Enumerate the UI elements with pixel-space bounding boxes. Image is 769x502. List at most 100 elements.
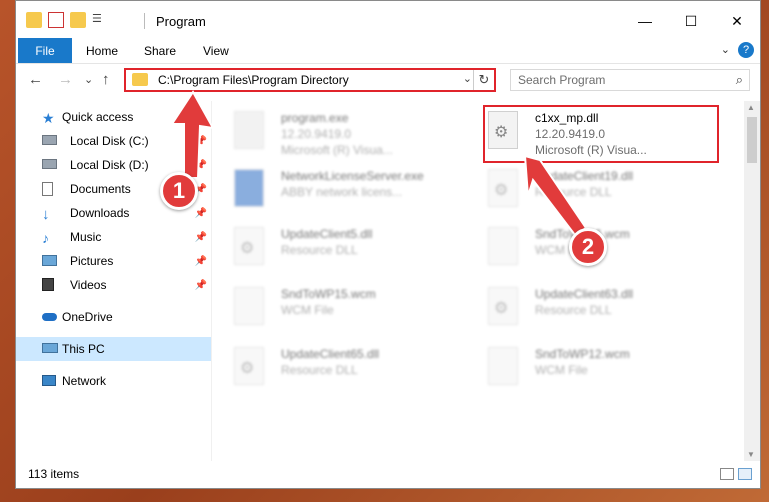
forward-button[interactable]: → bbox=[58, 71, 73, 88]
documents-icon bbox=[42, 182, 53, 196]
title-separator bbox=[144, 13, 145, 29]
file-name: NetworkLicenseServer.exe bbox=[281, 169, 424, 183]
properties-icon[interactable] bbox=[48, 12, 64, 28]
file-description: ABBY network licens... bbox=[281, 185, 403, 199]
file-description: Resource DLL bbox=[281, 363, 358, 377]
annotation-badge-2: 2 bbox=[569, 228, 607, 266]
gear-icon: ⚙ bbox=[494, 300, 509, 317]
address-bar[interactable]: C:\Program Files\Program Directory ⌄ ↻ bbox=[124, 68, 496, 92]
folder-icon bbox=[26, 12, 42, 28]
scroll-up-icon[interactable]: ▲ bbox=[747, 103, 755, 112]
ribbon-tabs: File Home Share View ⌄ ? bbox=[16, 38, 760, 64]
file-name: UpdateClient5.dll bbox=[281, 227, 373, 241]
expand-ribbon-icon[interactable]: ⌄ bbox=[721, 43, 730, 56]
gear-icon: ⚙ bbox=[240, 240, 255, 257]
music-icon: ♪ bbox=[42, 230, 49, 246]
navigation-pane: ★ Quick access Local Disk (C:) 📌 Local D… bbox=[16, 101, 211, 461]
nav-item-quick-access[interactable]: ★ Quick access bbox=[16, 105, 211, 129]
nav-item-label: Local Disk (D:) bbox=[70, 158, 149, 172]
file-item[interactable]: SndToWP12.wcm WCM File bbox=[470, 341, 720, 397]
nav-item-network[interactable]: Network bbox=[16, 369, 211, 393]
file-name: SndToWP15.wcm bbox=[281, 287, 376, 301]
nav-item-label: Network bbox=[62, 374, 107, 388]
nav-item-label: Documents bbox=[70, 182, 131, 196]
file-highlight-box bbox=[483, 105, 719, 163]
tab-home[interactable]: Home bbox=[86, 38, 118, 63]
file-item[interactable]: SndToWP15.wcm WCM File bbox=[216, 281, 466, 337]
pin-icon[interactable]: 📌 bbox=[195, 136, 207, 147]
tiles-view-icon[interactable] bbox=[738, 468, 752, 480]
dll-file-icon: ⚙ bbox=[488, 169, 518, 207]
drive-icon bbox=[42, 159, 57, 169]
explorer-window: ☰ Program — ☐ ✕ File Home Share View ⌄ ?… bbox=[15, 0, 761, 489]
file-version: 12.20.9419.0 bbox=[281, 127, 352, 141]
file-item[interactable]: ⚙ UpdateClient5.dll Resource DLL bbox=[216, 221, 466, 277]
star-icon: ★ bbox=[42, 110, 55, 126]
tab-share[interactable]: Share bbox=[144, 38, 176, 63]
file-item[interactable]: program.exe 12.20.9419.0 Microsoft (R) V… bbox=[216, 105, 466, 161]
file-description: Resource DLL bbox=[535, 303, 612, 317]
vertical-scrollbar[interactable]: ▲ ▼ bbox=[744, 101, 760, 461]
pin-icon[interactable]: 📌 bbox=[195, 232, 207, 243]
window-title: Program bbox=[156, 14, 206, 29]
network-icon bbox=[42, 375, 56, 386]
pin-icon[interactable]: 📌 bbox=[195, 160, 207, 171]
pin-icon[interactable]: 📌 bbox=[195, 280, 207, 291]
pane-divider[interactable] bbox=[211, 101, 212, 461]
minimize-button[interactable]: — bbox=[622, 1, 668, 41]
customize-toolbar-icon[interactable]: ☰ bbox=[92, 12, 108, 28]
search-icon[interactable]: ⌕ bbox=[736, 72, 743, 88]
file-description: WCM File bbox=[281, 303, 334, 317]
pin-icon[interactable]: 📌 bbox=[195, 256, 207, 267]
nav-item-label: Quick access bbox=[62, 110, 134, 124]
file-description: WCM File bbox=[535, 363, 588, 377]
file-item[interactable]: ⚙ UpdateClient19.dll Resource DLL bbox=[470, 163, 720, 219]
file-item[interactable]: ⚙ UpdateClient63.dll Resource DLL bbox=[470, 281, 720, 337]
file-icon bbox=[488, 227, 518, 265]
file-description: Resource DLL bbox=[535, 185, 612, 199]
nav-item-label: Downloads bbox=[70, 206, 130, 220]
file-name: SndToWP12.wcm bbox=[535, 347, 630, 361]
nav-item-label: Videos bbox=[70, 278, 107, 292]
annotation-badge-1: 1 bbox=[160, 172, 198, 210]
file-item[interactable]: NetworkLicenseServer.exe ABBY network li… bbox=[216, 163, 466, 219]
maximize-button[interactable]: ☐ bbox=[668, 1, 714, 41]
nav-item-pictures[interactable]: Pictures 📌 bbox=[16, 249, 211, 273]
quick-access-toolbar: ☰ bbox=[26, 12, 108, 28]
back-button[interactable]: ← bbox=[28, 71, 43, 88]
search-placeholder: Search Program bbox=[518, 73, 606, 87]
file-description: Resource DLL bbox=[281, 243, 358, 257]
status-bar: 113 items bbox=[16, 460, 760, 488]
refresh-button[interactable]: ↻ bbox=[473, 70, 494, 90]
nav-item-onedrive[interactable]: OneDrive bbox=[16, 305, 211, 329]
tab-file[interactable]: File bbox=[18, 38, 72, 63]
file-description: Microsoft (R) Visua... bbox=[281, 143, 393, 157]
nav-item-videos[interactable]: Videos 📌 bbox=[16, 273, 211, 297]
nav-item-label: OneDrive bbox=[62, 310, 113, 324]
dll-file-icon: ⚙ bbox=[234, 347, 264, 385]
tab-view[interactable]: View bbox=[203, 38, 229, 63]
recent-locations-button[interactable]: ⌄ bbox=[84, 73, 93, 86]
new-folder-icon[interactable] bbox=[70, 12, 86, 28]
file-name: UpdateClient65.dll bbox=[281, 347, 380, 361]
gear-icon: ⚙ bbox=[240, 360, 255, 377]
nav-item-this-pc[interactable]: This PC bbox=[16, 337, 211, 361]
pictures-icon bbox=[42, 255, 57, 266]
dll-file-icon: ⚙ bbox=[488, 287, 518, 325]
nav-item-local-disk-c[interactable]: Local Disk (C:) 📌 bbox=[16, 129, 211, 153]
file-name: UpdateClient63.dll bbox=[535, 287, 634, 301]
details-view-icon[interactable] bbox=[720, 468, 734, 480]
up-button[interactable]: ↑ bbox=[102, 71, 110, 88]
address-dropdown-icon[interactable]: ⌄ bbox=[463, 72, 472, 85]
help-icon[interactable]: ? bbox=[738, 42, 754, 58]
scrollbar-thumb[interactable] bbox=[747, 117, 757, 163]
pin-icon[interactable]: 📌 bbox=[195, 208, 207, 219]
file-item[interactable]: ⚙ UpdateClient65.dll Resource DLL bbox=[216, 341, 466, 397]
computer-icon bbox=[42, 343, 58, 353]
scroll-down-icon[interactable]: ▼ bbox=[747, 450, 755, 459]
nav-item-music[interactable]: ♪ Music 📌 bbox=[16, 225, 211, 249]
address-path[interactable]: C:\Program Files\Program Directory bbox=[158, 73, 349, 87]
close-button[interactable]: ✕ bbox=[714, 1, 760, 41]
search-input[interactable]: Search Program ⌕ bbox=[510, 69, 750, 91]
folder-icon bbox=[132, 73, 148, 86]
